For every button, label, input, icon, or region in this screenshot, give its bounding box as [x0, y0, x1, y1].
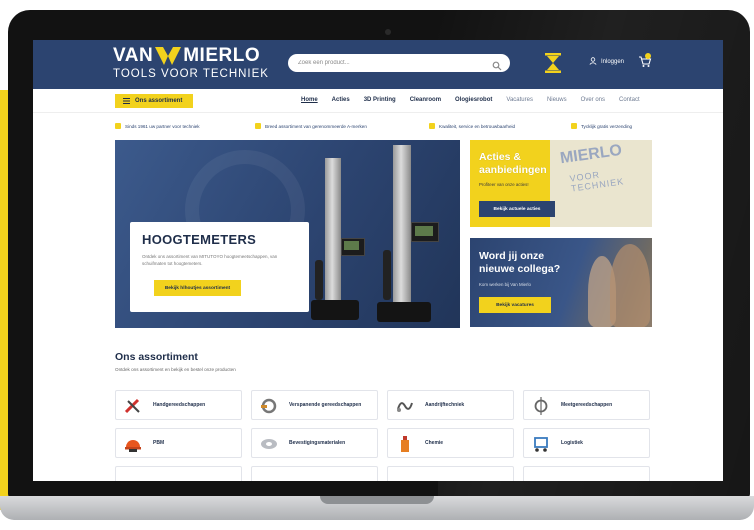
usp-item: Kwaliteit, service en betrouwbaarheid — [429, 123, 515, 129]
category-tile-handgereedschappen[interactable]: Handgereedschappen — [115, 390, 242, 420]
logo-name-right: MIERLO — [183, 45, 261, 66]
assortment-menu-button[interactable]: Ons assortiment — [115, 94, 193, 108]
nav-link-acties[interactable]: Acties — [332, 97, 350, 103]
assortment-button-label: Ons assortiment — [135, 98, 183, 104]
checkmark-icon — [115, 123, 121, 129]
category-label: Aandrijftechniek — [425, 401, 465, 408]
category-label: Bevestigingsmaterialen — [289, 439, 346, 446]
laptop-mockup: VAN MIERLO TOOLS VOOR TECHNIEK Zoek een … — [0, 0, 754, 530]
category-label: Chemie — [425, 439, 444, 446]
category-tile-chemie[interactable]: Chemie — [387, 428, 514, 458]
checkmark-icon — [255, 123, 261, 129]
nav-link-3d-printing[interactable]: 3D Printing — [364, 97, 396, 103]
category-label: PBM — [153, 439, 165, 446]
truck-icon — [571, 123, 577, 129]
promo-actions-button[interactable]: Bekijk actuele acties — [479, 201, 555, 217]
checkmark-icon — [429, 123, 435, 129]
usp-text: Tycklijk gratis verzending — [581, 123, 633, 129]
search-input[interactable] — [298, 57, 488, 69]
category-tile-meetgereedschappen[interactable]: Meetgereedschappen — [523, 390, 650, 420]
hero-content-card: HOOGTEMETERS Ontdek ons assortiment van … — [130, 222, 309, 312]
hero-description: Ontdek ons assortiment van MITUTOYO hoog… — [142, 254, 278, 266]
hand-tools-icon — [123, 397, 143, 415]
logo-mark-icon — [155, 47, 182, 65]
logo-tagline: TOOLS VOOR TECHNIEK — [113, 68, 269, 80]
nav-link-home[interactable]: Home — [301, 97, 318, 103]
search-icon[interactable] — [492, 58, 502, 71]
webcam — [385, 29, 391, 35]
category-tile-partial[interactable] — [251, 466, 378, 481]
category-tile-verspanende-gereedschappen[interactable]: Verspanende gereedschappen — [251, 390, 378, 420]
measuring-tools-icon — [531, 397, 551, 415]
assortment-subtitle: Ontdek ons assortiment en bekijk en best… — [115, 367, 236, 372]
category-label: Handgereedschappen — [153, 401, 206, 408]
person-image — [610, 244, 650, 327]
site-logo[interactable]: VAN MIERLO TOOLS VOOR TECHNIEK — [113, 46, 269, 81]
logo-wordmark: VAN MIERLO — [113, 46, 269, 66]
safety-helmet-icon — [123, 435, 143, 453]
search-bar — [288, 54, 510, 72]
nav-link-over-ons[interactable]: Over ons — [581, 97, 605, 103]
promo-actions-banner[interactable]: MIERLO VOOR TECHNIEK Acties & aanbieding… — [470, 140, 652, 227]
laptop-notch — [320, 496, 434, 504]
nav-link-vacatures[interactable]: Vacatures — [506, 97, 533, 103]
category-tile-pbm[interactable]: PBM — [115, 428, 242, 458]
hourglass-icon[interactable] — [543, 52, 563, 74]
login-label: Inloggen — [601, 59, 625, 65]
usp-item: Breed assortiment van gerenommeerde A-me… — [255, 123, 367, 129]
category-label: Logistiek — [561, 439, 583, 446]
promo-actions-title: Acties & aanbiedingen — [479, 151, 547, 176]
nav-link-contact[interactable]: Contact — [619, 97, 640, 103]
usp-item: Tycklijk gratis verzending — [571, 123, 632, 129]
usp-text: Kwaliteit, service en betrouwbaarheid — [439, 123, 516, 129]
hamburger-menu-icon — [123, 98, 130, 104]
fasteners-icon — [259, 435, 279, 453]
usp-text: Breed assortiment van gerenommeerde A-me… — [265, 123, 367, 129]
hero-cta-button[interactable]: Bekijk hlhoutjes assortiment — [154, 280, 241, 296]
category-tile-aandrijftechniek[interactable]: Aandrijftechniek — [387, 390, 514, 420]
usp-bar: Sinds 1961 uw partner voor techniek Bree… — [33, 120, 723, 134]
category-tile-partial[interactable] — [115, 466, 242, 481]
category-tile-bevestigingsmaterialen[interactable]: Bevestigingsmaterialen — [251, 428, 378, 458]
site-header: VAN MIERLO TOOLS VOOR TECHNIEK Zoek een … — [33, 40, 723, 89]
cart-count-badge — [645, 53, 651, 59]
assortment-heading: Ons assortiment — [115, 351, 198, 363]
promo-vacancy-button[interactable]: Bekijk vacatures — [479, 297, 551, 313]
cutting-tools-icon — [259, 397, 279, 415]
login-link[interactable]: Inloggen — [589, 57, 624, 67]
promo-vacancy-banner[interactable]: Word jij onze nieuwe collega? Kom werken… — [470, 238, 652, 327]
promo-vacancy-text: Kom werken bij Van Mierlo — [479, 282, 531, 287]
logo-name-left: VAN — [113, 45, 154, 66]
usp-text: Sinds 1961 uw partner voor techniek — [125, 123, 200, 129]
hero-title: HOOGTEMETERS — [142, 232, 257, 247]
drive-technology-icon — [395, 397, 415, 415]
category-tile-partial[interactable] — [387, 466, 514, 481]
hero-banner[interactable]: HOOGTEMETERS Ontdek ons assortiment van … — [115, 140, 460, 328]
nav-link-nieuws[interactable]: Nieuws — [547, 97, 567, 103]
promo-actions-text: Profiteer van onze acties! — [479, 182, 529, 187]
webpage-screen: VAN MIERLO TOOLS VOOR TECHNIEK Zoek een … — [33, 40, 723, 481]
user-icon — [589, 57, 597, 67]
promo-vacancy-title: Word jij onze nieuwe collega? — [479, 250, 561, 275]
chemistry-bottle-icon — [395, 435, 415, 453]
main-navigation: Ons assortiment Home Acties 3D Printing … — [33, 89, 723, 113]
nav-links: Home Acties 3D Printing Cleanroom Ologie… — [301, 97, 654, 103]
category-tile-partial[interactable] — [523, 466, 650, 481]
usp-item: Sinds 1961 uw partner voor techniek — [115, 123, 200, 129]
category-tile-logistiek[interactable]: Logistiek — [523, 428, 650, 458]
nav-link-cleanroom[interactable]: Cleanroom — [410, 97, 441, 103]
nav-link-robot[interactable]: Ologiesrobot — [455, 97, 492, 103]
logistics-cart-icon — [531, 435, 551, 453]
category-label: Meetgereedschappen — [561, 401, 613, 408]
category-label: Verspanende gereedschappen — [289, 401, 362, 408]
